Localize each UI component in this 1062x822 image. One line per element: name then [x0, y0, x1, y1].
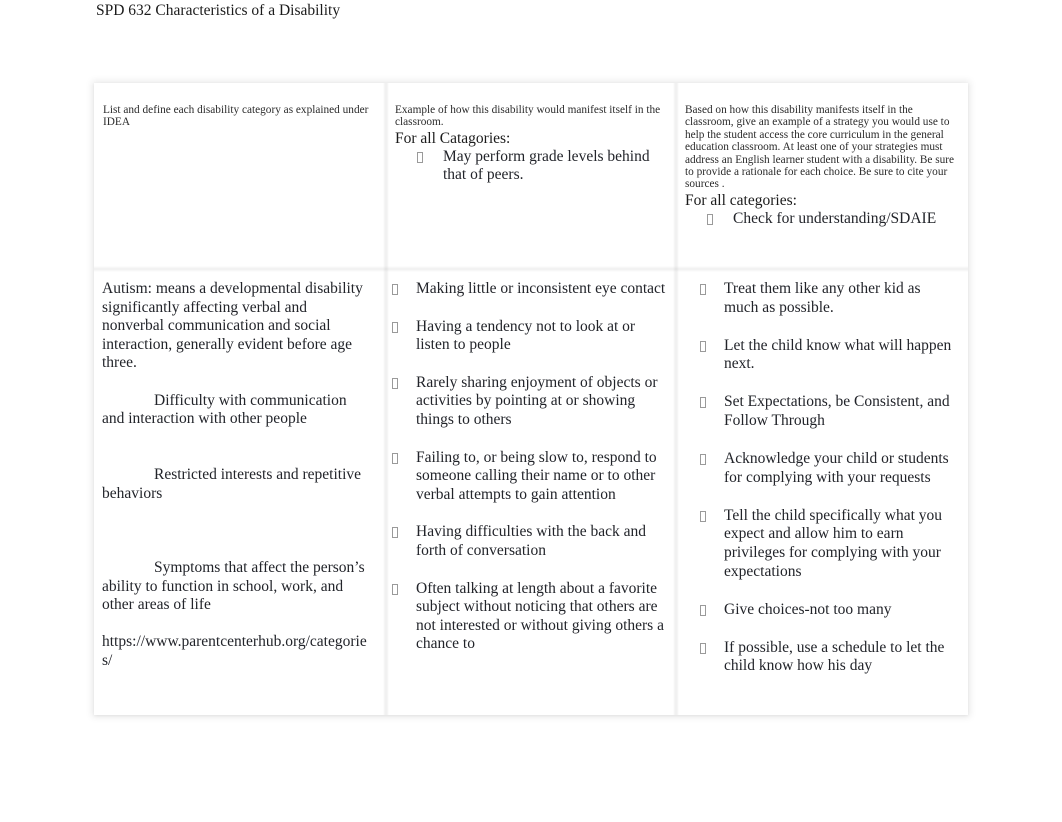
header-general-list-column3: Check for understanding/SDAIE: [685, 210, 959, 229]
list-item-text: Having a tendency not to look at or list…: [416, 317, 636, 354]
list-item: Failing to, or being slow to, respond to…: [388, 449, 667, 505]
list-item: Treat them like any other kid as much as…: [694, 280, 958, 317]
for-all-categories-label-column2: For all Catagories:: [395, 129, 511, 147]
list-item-text: Rarely sharing enjoyment of objects or a…: [416, 373, 658, 428]
body-cell-column1: Autism: means a developmental disability…: [94, 269, 386, 715]
bullet-tofu-icon: [392, 583, 398, 595]
list-item-text: Often talking at length about a favorite…: [416, 579, 664, 653]
list-item-text: Tell the child specifically what you exp…: [724, 506, 942, 580]
bullet-tofu-icon: [700, 642, 706, 654]
disability-table-wrapper: List and define each disability category…: [94, 83, 968, 715]
list-item: Often talking at length about a favorite…: [388, 580, 667, 654]
page-title: SPD 632 Characteristics of a Disability: [96, 2, 341, 19]
characteristic-1: Difficulty with communication and intera…: [102, 391, 347, 428]
bullet-tofu-icon: [417, 151, 423, 163]
list-item: Tell the child specifically what you exp…: [694, 507, 958, 581]
bullet-tofu-icon: [700, 454, 706, 466]
list-item: Making little or inconsistent eye contac…: [388, 280, 667, 299]
bullet-tofu-icon: [700, 284, 706, 295]
list-item: Set Expectations, be Consistent, and Fol…: [694, 393, 958, 430]
bullet-tofu-icon: [392, 321, 398, 333]
list-item-text: Check for understanding/SDAIE: [733, 209, 937, 227]
header-general-column3: For all categories: Check for understand…: [685, 191, 959, 229]
header-prompt-column1: List and define each disability category…: [103, 104, 369, 129]
table-header-row: List and define each disability category…: [94, 83, 968, 269]
document-page: SPD 632 Characteristics of a Disability …: [0, 0, 1062, 822]
disability-table: List and define each disability category…: [94, 83, 968, 715]
bullet-tofu-icon: [700, 510, 706, 522]
bullet-tofu-icon: [392, 377, 398, 389]
header-general-column2: For all Catagories: May perform grade le…: [395, 129, 667, 185]
header-prompt-column3: Based on how this disability manifests i…: [685, 104, 955, 191]
table-body-row: Autism: means a developmental disability…: [94, 269, 968, 715]
list-item: Acknowledge your child or students for c…: [694, 450, 958, 487]
autism-definition: Autism: means a developmental disability…: [102, 280, 363, 372]
list-item-text: Set Expectations, be Consistent, and Fol…: [724, 393, 950, 429]
header-prompt-column2: Example of how this disability would man…: [395, 104, 661, 129]
manifestation-list: Making little or inconsistent eye contac…: [388, 280, 667, 654]
body-cell-column2: Making little or inconsistent eye contac…: [386, 269, 676, 715]
list-item-text: Making little or inconsistent eye contac…: [416, 280, 666, 297]
list-item: Let the child know what will happen next…: [694, 337, 958, 374]
header-cell-column2: Example of how this disability would man…: [386, 83, 676, 269]
strategy-list: Treat them like any other kid as much as…: [694, 280, 958, 676]
list-item: Give choices-not too many: [694, 601, 958, 620]
bullet-tofu-icon: [700, 604, 706, 616]
characteristic-2: Restricted interests and repetitive beha…: [102, 465, 362, 502]
list-item-text: If possible, use a schedule to let the c…: [724, 638, 945, 675]
bullet-tofu-icon: [392, 452, 398, 464]
list-item: Check for understanding/SDAIE: [685, 210, 959, 229]
header-cell-column1: List and define each disability category…: [94, 83, 386, 269]
bullet-tofu-icon: [392, 284, 398, 295]
bullet-tofu-icon: [392, 527, 398, 539]
list-item-text: Treat them like any other kid as much as…: [724, 280, 921, 316]
header-cell-column3: Based on how this disability manifests i…: [676, 83, 968, 269]
source-url[interactable]: https://www.parentcenterhub.org/categori…: [102, 633, 372, 670]
list-item-text: Acknowledge your child or students for c…: [724, 450, 949, 486]
list-item-text: May perform grade levels behind that of …: [443, 147, 650, 184]
list-item: Having difficulties with the back and fo…: [388, 523, 667, 560]
list-item: If possible, use a schedule to let the c…: [694, 639, 958, 676]
list-item-text: Having difficulties with the back and fo…: [416, 523, 647, 559]
header-general-list-column2: May perform grade levels behind that of …: [395, 148, 667, 185]
list-item: Rarely sharing enjoyment of objects or a…: [388, 374, 667, 430]
list-item: May perform grade levels behind that of …: [395, 148, 667, 185]
bullet-tofu-icon: [700, 340, 706, 352]
list-item-text: Give choices-not too many: [724, 600, 892, 618]
for-all-categories-label-column3: For all categories:: [685, 191, 797, 209]
characteristic-3: Symptoms that affect the person’s abilit…: [102, 558, 365, 614]
list-item-text: Failing to, or being slow to, respond to…: [416, 448, 657, 503]
bullet-tofu-icon: [707, 213, 713, 225]
list-item-text: Let the child know what will happen next…: [724, 336, 952, 373]
bullet-tofu-icon: [700, 397, 706, 409]
list-item: Having a tendency not to look at or list…: [388, 318, 667, 355]
body-cell-column3: Treat them like any other kid as much as…: [676, 269, 968, 715]
